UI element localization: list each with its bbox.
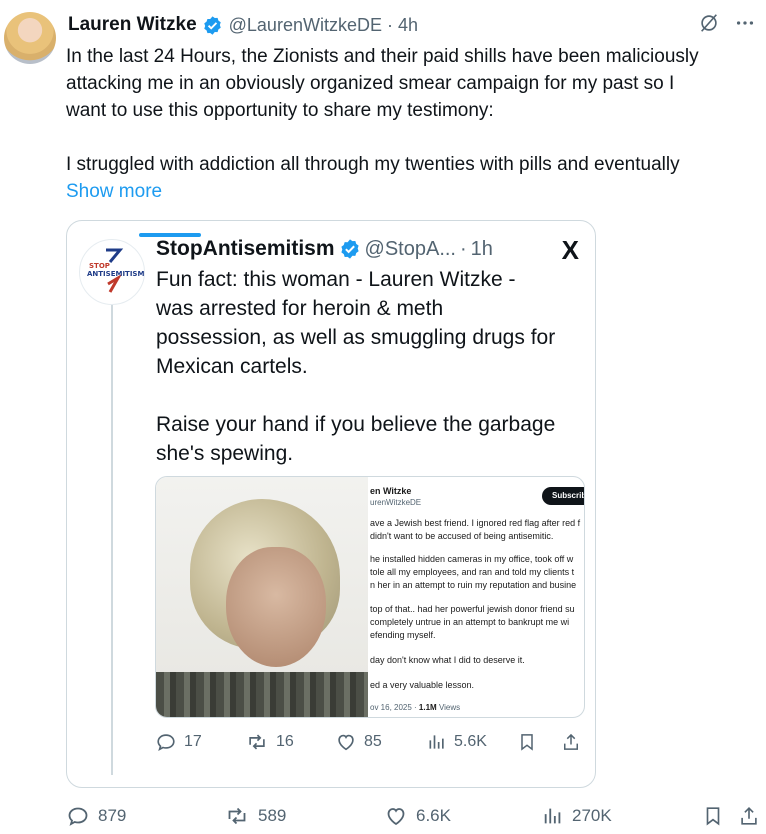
quoted-text-line: Fun fact: this woman - Lauren Witzke -: [156, 268, 516, 291]
share-icon: [564, 733, 578, 750]
grok-icon[interactable]: [698, 12, 720, 34]
views-button[interactable]: 270K: [542, 804, 612, 828]
bookmark-icon: [706, 807, 720, 826]
embedded-text-line: day don't know what I did to deserve it.: [370, 655, 525, 665]
quoted-author-avatar[interactable]: STOP ANTISEMITISM: [79, 239, 145, 305]
views-icon: [544, 808, 561, 824]
repost-button[interactable]: 589: [224, 804, 286, 828]
avatar-text: ANTISEMITISM: [87, 270, 145, 278]
embedded-subscribe-button: Subscrib: [542, 487, 584, 505]
reply-button[interactable]: 879: [66, 804, 126, 828]
quoted-text-line: Mexican cartels.: [156, 355, 308, 378]
quoted-like-count: 85: [364, 733, 382, 750]
embedded-image[interactable]: en Witzke urenWitzkeDE Subscrib ave a Je…: [155, 476, 585, 718]
bookmark-icon: [521, 734, 533, 751]
share-icon: [741, 807, 757, 825]
repost-icon: [228, 807, 246, 825]
quoted-media-card[interactable]: STOP ANTISEMITISM StopAntisemitism @Stop…: [66, 220, 596, 788]
repost-icon: [249, 734, 265, 750]
embedded-views: 1.1M: [418, 703, 437, 712]
tweet-text-line: In the last 24 Hours, the Zionists and t…: [66, 46, 699, 67]
embedded-text-line: ed a very valuable lesson.: [370, 680, 475, 690]
tweet-action-bar: 879 589 6.6K 270K: [66, 804, 762, 830]
more-icon[interactable]: [734, 12, 756, 34]
verified-badge-icon: [339, 238, 361, 260]
views-count: 270K: [572, 806, 612, 825]
mugshot-photo: [156, 477, 368, 717]
reply-icon: [157, 734, 175, 752]
tweet-text-line: attacking me in an obviously organized s…: [66, 73, 675, 94]
embedded-text-line: top of that.. had her powerful jewish do…: [370, 604, 575, 614]
quoted-text-line: possession, as well as smuggling drugs f…: [156, 326, 556, 349]
like-icon: [338, 734, 354, 751]
embedded-text-line: ave a Jewish best friend. I ignored red …: [370, 518, 581, 528]
quoted-views-button[interactable]: 5.6K: [427, 731, 487, 753]
embedded-text-line: efending myself.: [370, 630, 436, 640]
show-more-link[interactable]: Show more: [66, 178, 758, 205]
quoted-action-bar: 17 16 85 5.6K: [155, 729, 585, 755]
embedded-text-line: didn't want to be accused of being antis…: [370, 531, 554, 541]
verified-badge-icon[interactable]: [202, 15, 223, 36]
quoted-bookmark-button[interactable]: [517, 731, 537, 753]
quoted-reply-count: 17: [184, 733, 202, 750]
quoted-share-button[interactable]: [561, 731, 581, 753]
views-icon: [429, 735, 444, 749]
thread-line: [111, 305, 113, 775]
quoted-text: Fun fact: this woman - Lauren Witzke - w…: [156, 265, 586, 468]
separator-dot: ·: [460, 237, 467, 260]
tweet-text-line: I struggled with addiction all through m…: [66, 154, 680, 175]
tweet-text-line: want to use this opportunity to share my…: [66, 100, 494, 121]
tweet-time[interactable]: 4h: [398, 15, 418, 36]
quoted-author-name[interactable]: StopAntisemitism: [156, 237, 335, 261]
quoted-header: StopAntisemitism @StopA... · 1h X: [156, 233, 583, 265]
embedded-text-line: n her in an attempt to ruin my reputatio…: [370, 580, 577, 590]
tweet-text: In the last 24 Hours, the Zionists and t…: [66, 43, 758, 205]
repost-count: 589: [258, 806, 287, 825]
author-name[interactable]: Lauren Witzke: [68, 14, 197, 36]
quoted-author-handle[interactable]: @StopA...: [365, 238, 456, 261]
header-actions: [698, 12, 756, 34]
quoted-reply-button[interactable]: 17: [155, 731, 202, 753]
separator-dot: ·: [386, 14, 393, 35]
quoted-like-button[interactable]: 85: [335, 731, 382, 753]
embedded-meta: ov 16, 2025 · 1.1M Views: [370, 701, 460, 714]
share-button[interactable]: [738, 804, 760, 828]
like-count: 6.6K: [416, 806, 451, 825]
quoted-time[interactable]: 1h: [471, 238, 493, 261]
quoted-text-line: was arrested for heroin & meth: [156, 297, 444, 320]
quoted-text-line: she's spewing.: [156, 442, 294, 465]
embedded-tweet-screenshot: en Witzke urenWitzkeDE Subscrib ave a Je…: [368, 477, 584, 717]
tweet-header: Lauren Witzke @LaurenWitzkeDE · 4h: [68, 12, 756, 38]
author-handle[interactable]: @LaurenWitzkeDE: [229, 15, 382, 36]
embedded-text-line: tole all my employees, and ran and told …: [370, 567, 575, 577]
like-icon: [387, 808, 405, 826]
quoted-repost-button[interactable]: 16: [245, 731, 294, 753]
quoted-repost-count: 16: [276, 733, 294, 750]
reply-count: 879: [98, 806, 127, 825]
embedded-views-label: Views: [436, 703, 461, 712]
embedded-author-handle: urenWitzkeDE: [370, 498, 422, 507]
quoted-views-count: 5.6K: [454, 733, 487, 750]
like-button[interactable]: 6.6K: [384, 804, 451, 828]
avatar-text: STOP: [89, 262, 110, 270]
x-logo-icon: X: [561, 235, 579, 265]
embedded-text-line: he installed hidden cameras in my office…: [370, 554, 574, 564]
reply-icon: [68, 807, 88, 826]
embedded-date: ov 16, 2025 ·: [370, 703, 419, 712]
quoted-text-line: Raise your hand if you believe the garba…: [156, 413, 556, 436]
bookmark-button[interactable]: [702, 804, 724, 828]
embedded-text-line: completely untrue in an attempt to bankr…: [370, 617, 570, 627]
author-avatar[interactable]: [4, 12, 56, 64]
